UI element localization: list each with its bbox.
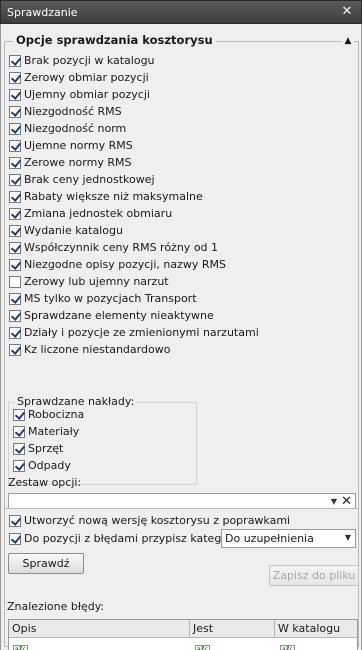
check-button[interactable]: Sprawdź (8, 553, 84, 574)
option-row[interactable]: Zerowy obmiar pozycji (9, 69, 149, 86)
errors-grid[interactable]: Opis Jest W katalogu abc abc abc (8, 619, 358, 650)
option-checkbox[interactable] (9, 292, 21, 305)
create-version-checkbox[interactable] (9, 514, 21, 527)
option-checkbox[interactable] (13, 442, 25, 455)
option-row[interactable]: Zerowy lub ujemny narzut (9, 273, 169, 290)
text-filter-icon[interactable]: abc (195, 645, 210, 650)
option-row[interactable]: MS tylko w pozycjach Transport (9, 290, 197, 307)
option-checkbox[interactable] (9, 190, 21, 203)
clear-icon[interactable]: ✕ (341, 494, 352, 509)
option-label: Wydanie katalogu (24, 224, 123, 237)
column-header-w-katalogu[interactable]: W katalogu (275, 620, 357, 638)
option-checkbox[interactable] (13, 459, 25, 472)
option-row[interactable]: Sprzęt (13, 440, 63, 457)
option-checkbox[interactable] (9, 343, 21, 356)
option-label: Współczynnik ceny RMS różny od 1 (24, 241, 219, 254)
option-label: Działy i pozycje ze zmienionymi narzutam… (24, 326, 259, 339)
assign-category-option[interactable]: Do pozycji z błędami przypisz kategorię: (9, 530, 246, 547)
option-checkbox[interactable] (9, 105, 21, 118)
option-label: Niezgodne opisy pozycji, nazwy RMS (24, 258, 227, 271)
option-row[interactable]: Ujemny obmiar pozycji (9, 86, 150, 103)
option-label: Sprzęt (28, 442, 64, 455)
column-header-jest[interactable]: Jest (190, 620, 275, 638)
option-checkbox[interactable] (9, 224, 21, 237)
option-checkbox[interactable] (9, 71, 21, 84)
option-label: Robocizna (28, 408, 85, 421)
chevron-down-icon[interactable]: ▼ (331, 497, 337, 506)
option-checkbox[interactable] (9, 326, 21, 339)
naklady-group: Sprawdzane nakłady: Robocizna Materiały Sp… (8, 395, 197, 485)
option-label: Materiały (28, 425, 80, 438)
option-checkbox[interactable] (9, 122, 21, 135)
option-row[interactable]: Sprawdzane elementy nieaktywne (9, 307, 214, 324)
option-row[interactable]: Niezgodność RMS (9, 103, 122, 120)
option-checkbox[interactable] (9, 241, 21, 254)
assign-category-label: Do pozycji z błędami przypisz kategorię: (24, 532, 247, 545)
option-label: Zerowy obmiar pozycji (24, 71, 149, 84)
option-row[interactable]: Robocizna (13, 406, 84, 423)
window-body: Opcje sprawdzania kosztorysu ▲ Brak pozy… (0, 24, 362, 650)
option-label: Zmiana jednostek obmiaru (24, 207, 173, 220)
option-checkbox[interactable] (9, 88, 21, 101)
option-row[interactable]: Niezgodność norm (9, 120, 126, 137)
options-group-legend: Opcje sprawdzania kosztorysu (13, 33, 216, 47)
option-row[interactable]: Wydanie katalogu (9, 222, 123, 239)
option-row[interactable]: Rabaty większe niż maksymalne (9, 188, 203, 205)
option-checkbox[interactable] (9, 139, 21, 152)
option-checkbox[interactable] (9, 173, 21, 186)
option-row[interactable]: Współczynnik ceny RMS różny od 1 (9, 239, 218, 256)
option-checkbox[interactable] (9, 309, 21, 322)
actions-group: Utworzyć nową wersję kosztorysu z popraw… (4, 508, 359, 650)
option-label: MS tylko w pozycjach Transport (24, 292, 197, 305)
chevron-down-icon[interactable]: ▼ (345, 533, 351, 542)
option-label: Zerowe normy RMS (24, 156, 132, 169)
option-label: Brak pozycji w katalogu (24, 54, 155, 67)
option-label: Ujemne normy RMS (24, 139, 133, 152)
option-checkbox[interactable] (9, 258, 21, 271)
option-checkbox[interactable] (9, 54, 21, 67)
options-group: Opcje sprawdzania kosztorysu ▲ Brak pozy… (4, 33, 359, 521)
option-label: Ujemny obmiar pozycji (24, 88, 150, 101)
errors-label: Znalezione błędy: (7, 600, 105, 613)
option-label: Brak ceny jednostkowej (24, 173, 155, 186)
zestaw-label: Zestaw opcji: (8, 476, 82, 489)
option-label: Niezgodność RMS (24, 105, 122, 118)
option-checkbox[interactable] (13, 408, 25, 421)
option-row[interactable]: Brak pozycji w katalogu (9, 52, 155, 69)
text-filter-icon[interactable]: abc (280, 645, 295, 650)
option-row[interactable]: Zerowe normy RMS (9, 154, 131, 171)
window-title: Sprawdzanie (7, 6, 78, 19)
create-version-option[interactable]: Utworzyć nową wersję kosztorysu z popraw… (9, 512, 290, 529)
option-label: Kz liczone niestandardowo (24, 343, 171, 356)
text-filter-icon[interactable]: abc (13, 645, 28, 650)
option-row[interactable]: Brak ceny jednostkowej (9, 171, 155, 188)
option-row[interactable]: Zmiana jednostek obmiaru (9, 205, 172, 222)
option-row[interactable]: Kz liczone niestandardowo (9, 341, 170, 358)
close-icon[interactable]: ✕ (339, 4, 355, 20)
option-label: Niezgodność norm (24, 122, 127, 135)
option-label: Rabaty większe niż maksymalne (24, 190, 203, 203)
option-checkbox[interactable] (9, 207, 21, 220)
save-to-file-button[interactable]: Zapisz do pliku (269, 565, 359, 586)
option-checkbox[interactable] (9, 156, 21, 169)
option-checkbox[interactable] (13, 425, 25, 438)
option-row[interactable]: Materiały (13, 423, 79, 440)
column-header-opis[interactable]: Opis (9, 620, 190, 638)
option-label: Zerowy lub ujemny narzut (24, 275, 169, 288)
assign-category-checkbox[interactable] (9, 532, 21, 545)
category-value: Do uzupełnienia (225, 532, 314, 545)
option-label: Sprawdzane elementy nieaktywne (24, 309, 214, 322)
title-bar: Sprawdzanie ✕ (0, 0, 362, 24)
option-row[interactable]: Odpady (13, 457, 71, 474)
category-select[interactable]: Do uzupełnienia ▼ (221, 529, 356, 548)
option-checkbox[interactable] (9, 275, 21, 288)
collapse-icon[interactable]: ▲ (342, 35, 354, 47)
option-row[interactable]: Działy i pozycje ze zmienionymi narzutam… (9, 324, 259, 341)
option-label: Odpady (28, 459, 71, 472)
option-row[interactable]: Niezgodne opisy pozycji, nazwy RMS (9, 256, 226, 273)
option-row[interactable]: Ujemne normy RMS (9, 137, 133, 154)
create-version-label: Utworzyć nową wersję kosztorysu z popraw… (24, 514, 291, 527)
